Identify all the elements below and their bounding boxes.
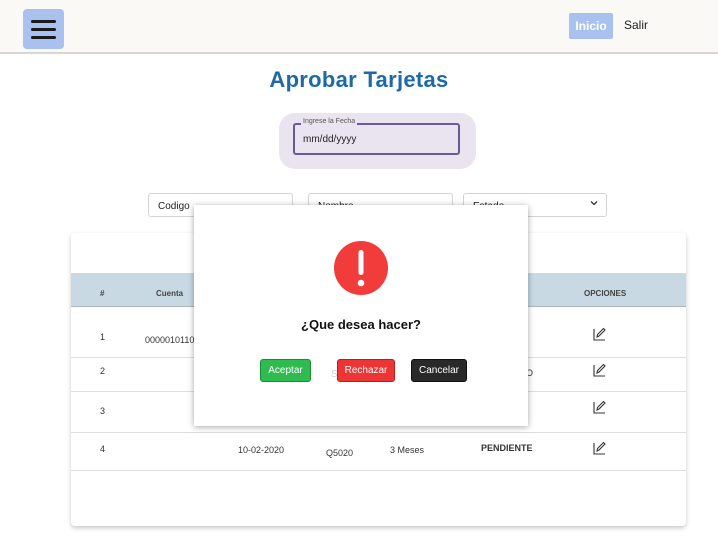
edit-pencil-icon[interactable]: [591, 399, 607, 415]
header-opciones: OPCIONES: [584, 289, 627, 298]
row-number: 2: [100, 366, 106, 376]
header-cuenta: Cuenta: [156, 289, 184, 298]
date-input-label: Ingrese la Fecha: [301, 118, 358, 125]
row-fecha: 10-02-2020: [238, 445, 285, 455]
page-title: Aprobar Tarjetas: [269, 67, 449, 92]
row-number: 4: [100, 444, 106, 454]
dialog-title: ¿Que desea hacer?: [301, 317, 421, 332]
hamburger-icon: [31, 20, 56, 23]
inicio-button[interactable]: Inicio: [569, 13, 613, 39]
date-input[interactable]: Ingrese la Fecha mm/dd/yyyy: [293, 118, 460, 155]
top-navbar: Inicio Salir: [0, 0, 718, 54]
reject-button[interactable]: Rechazar: [337, 359, 395, 382]
edit-pencil-icon[interactable]: [591, 440, 607, 456]
header-number: #: [100, 289, 105, 298]
chevron-down-icon: [590, 199, 598, 210]
row-estado: PENDIENTE: [481, 443, 533, 453]
row-cuenta: 0000010110: [145, 335, 195, 345]
row-number: 1: [100, 332, 106, 342]
date-input-value: mm/dd/yyyy: [303, 134, 357, 145]
exclamation-icon: [334, 241, 388, 295]
action-dialog: ¿Que desea hacer? S Aceptar Rechazar Can…: [194, 205, 528, 426]
table-row: 4 10-02-2020 Q5020 3 Meses PENDIENTE: [71, 433, 686, 471]
row-plazo: 3 Meses: [390, 445, 425, 455]
hamburger-icon: [31, 36, 56, 39]
edit-pencil-icon[interactable]: [591, 326, 607, 342]
salir-link[interactable]: Salir: [624, 18, 648, 32]
codigo-filter-placeholder: Codigo: [158, 201, 190, 212]
edit-pencil-icon[interactable]: [591, 362, 607, 378]
hamburger-menu-button[interactable]: [23, 9, 64, 49]
cancel-button[interactable]: Cancelar: [411, 359, 467, 382]
hamburger-icon: [31, 28, 56, 31]
row-codigo: Q5020: [326, 448, 354, 458]
accept-button[interactable]: Aceptar: [260, 359, 311, 382]
date-filter-container: Ingrese la Fecha mm/dd/yyyy: [279, 113, 476, 169]
row-number: 3: [100, 406, 106, 416]
